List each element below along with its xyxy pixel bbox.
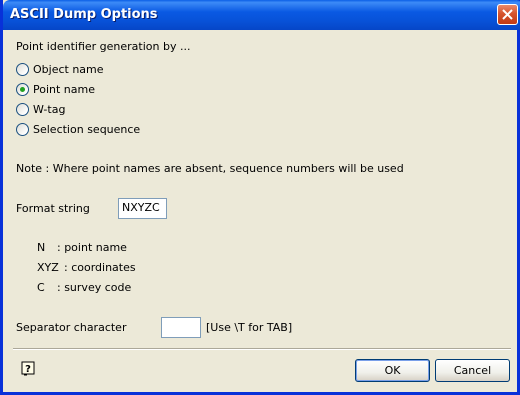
legend-desc-n: : point name (57, 241, 127, 254)
radio-button[interactable] (16, 102, 29, 116)
window-title: ASCII Dump Options (10, 7, 158, 22)
note-text: Note : Where point names are absent, seq… (16, 162, 404, 175)
separator-hint: [Use \T for TAB] (206, 321, 293, 334)
radio-label: Selection sequence (33, 122, 141, 136)
help-button[interactable]: ? (21, 361, 36, 379)
legend-desc-xyz: : coordinates (64, 261, 136, 274)
radio-button[interactable] (16, 62, 29, 76)
legend-key-n: N (37, 241, 46, 254)
close-button[interactable] (497, 4, 518, 25)
close-icon (502, 9, 513, 20)
radio-object-name[interactable]: Object name (16, 61, 104, 77)
radio-label: Point name (33, 82, 96, 96)
separator-label: Separator character (16, 321, 127, 334)
radio-point-name[interactable]: Point name (16, 81, 95, 97)
ok-button[interactable]: OK (355, 359, 430, 382)
radio-label: W-tag (33, 102, 66, 116)
dialog-body: Point identifier generation by ... Objec… (3, 30, 520, 395)
format-string-input[interactable]: NXYZC (118, 198, 167, 219)
title-bar[interactable]: ASCII Dump Options (3, 0, 520, 30)
radio-w-tag[interactable]: W-tag (16, 101, 65, 117)
help-icon: ? (21, 361, 35, 376)
dialog-window: ASCII Dump Options Point identifier gene… (0, 0, 520, 395)
radio-button[interactable] (16, 122, 29, 136)
radio-button[interactable] (16, 82, 29, 96)
cancel-button[interactable]: Cancel (435, 359, 510, 382)
legend-desc-c: : survey code (57, 281, 132, 294)
legend-key-c: C (37, 281, 45, 294)
svg-text:?: ? (25, 364, 31, 375)
footer-divider (13, 348, 511, 350)
separator-input[interactable] (161, 317, 201, 338)
format-string-label: Format string (16, 202, 90, 215)
legend-key-xyz: XYZ (37, 261, 59, 274)
radio-selection-sequence[interactable]: Selection sequence (16, 121, 140, 137)
group-label: Point identifier generation by ... (16, 40, 191, 53)
radio-label: Object name (33, 62, 104, 76)
